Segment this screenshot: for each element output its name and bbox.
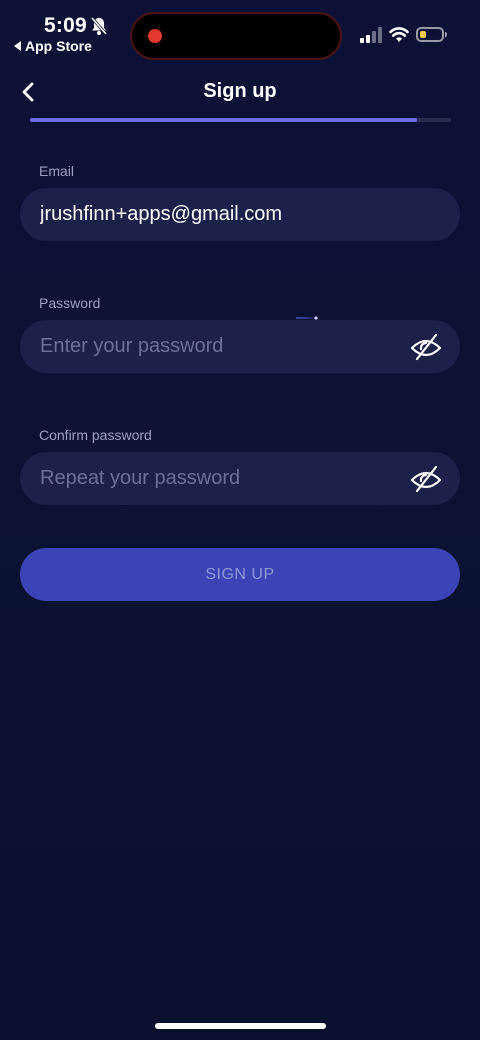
page-title: Sign up — [203, 80, 277, 102]
status-time: 5:09 — [44, 14, 87, 37]
sign-up-button[interactable]: SIGN UP — [20, 548, 460, 601]
toggle-password-visibility-button[interactable] — [410, 332, 442, 362]
cellular-signal-icon — [360, 27, 382, 43]
signup-progress-fill — [30, 118, 418, 122]
password-field[interactable] — [40, 335, 440, 358]
wifi-icon — [389, 27, 409, 42]
toggle-confirm-password-visibility-button[interactable] — [410, 464, 442, 494]
email-field-container — [20, 188, 460, 241]
password-label: Password — [39, 295, 101, 311]
confirm-password-field[interactable] — [40, 467, 440, 490]
email-field[interactable] — [40, 203, 440, 226]
battery-level — [420, 31, 426, 38]
recording-indicator-icon — [148, 29, 162, 43]
dynamic-island — [130, 12, 342, 60]
signup-progress-bar — [30, 118, 451, 122]
home-indicator[interactable] — [155, 1023, 326, 1029]
confirm-password-label: Confirm password — [39, 427, 152, 443]
bell-muted-icon — [90, 17, 108, 35]
back-to-app-label: App Store — [25, 38, 92, 54]
eye-off-icon — [410, 465, 442, 493]
back-triangle-icon — [14, 41, 21, 51]
back-to-app-store-link[interactable]: App Store — [14, 38, 92, 54]
battery-icon — [416, 27, 447, 42]
signup-screen: 5:09 App Store Sign up Email jrushfinn+a… — [0, 0, 480, 1040]
battery-nub — [445, 32, 447, 37]
email-label: Email — [39, 163, 75, 179]
eye-off-icon — [410, 333, 442, 361]
password-field-container — [20, 320, 460, 373]
confirm-password-field-container — [20, 452, 460, 505]
